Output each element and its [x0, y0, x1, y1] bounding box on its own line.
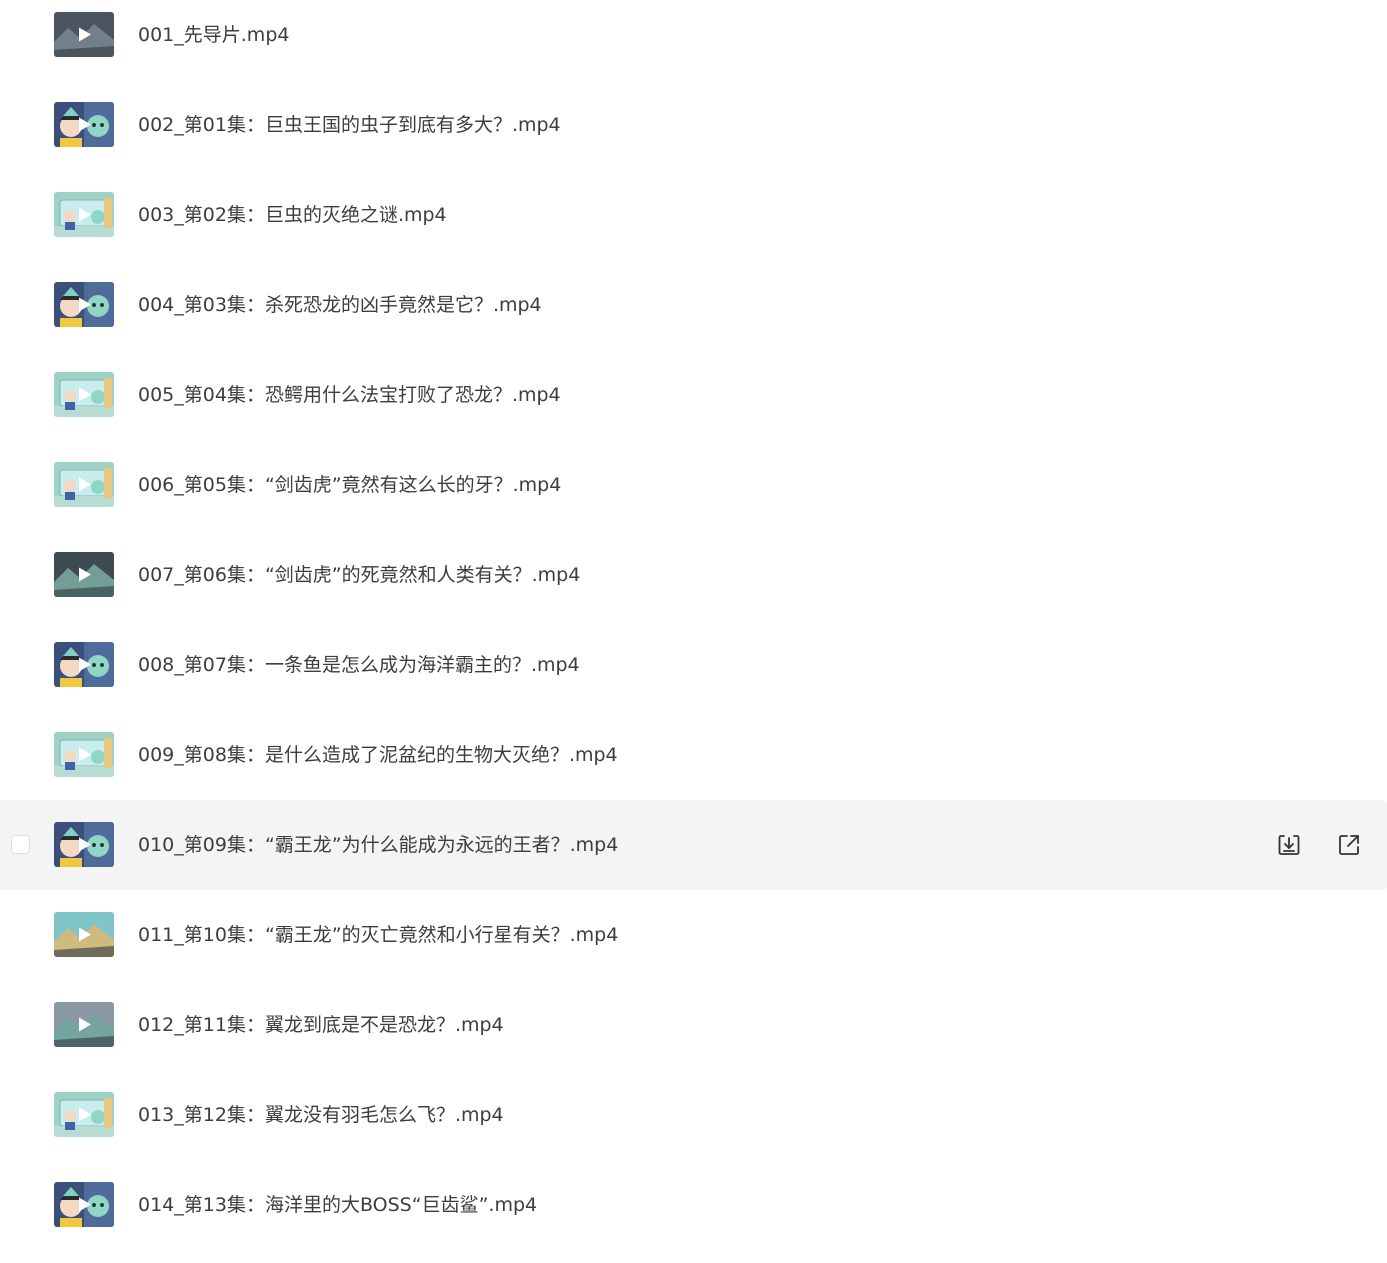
- file-name[interactable]: 005_第04集：恐鳄用什么法宝打败了恐龙？.mp4: [138, 350, 561, 440]
- video-thumbnail[interactable]: [54, 912, 114, 957]
- file-list: 001_先导片.mp4 002_第01集：巨虫王国的虫子到底有多大？.mp4 0…: [0, 0, 1387, 1250]
- video-thumbnail[interactable]: [54, 282, 114, 327]
- video-thumbnail[interactable]: [54, 1092, 114, 1137]
- row-checkbox[interactable]: [11, 835, 30, 854]
- file-row[interactable]: 013_第12集：翼龙没有羽毛怎么飞？.mp4: [0, 1070, 1387, 1160]
- file-row[interactable]: 008_第07集：一条鱼是怎么成为海洋霸主的？.mp4: [0, 620, 1387, 710]
- file-name[interactable]: 001_先导片.mp4: [138, 0, 289, 80]
- file-name[interactable]: 004_第03集：杀死恐龙的凶手竟然是它？.mp4: [138, 260, 542, 350]
- video-thumbnail[interactable]: [54, 192, 114, 237]
- file-row[interactable]: 011_第10集：“霸王龙”的灭亡竟然和小行星有关？.mp4: [0, 890, 1387, 980]
- video-thumbnail[interactable]: [54, 462, 114, 507]
- video-thumbnail[interactable]: [54, 102, 114, 147]
- file-row[interactable]: 009_第08集：是什么造成了泥盆纪的生物大灭绝？.mp4: [0, 710, 1387, 800]
- file-name[interactable]: 009_第08集：是什么造成了泥盆纪的生物大灭绝？.mp4: [138, 710, 618, 800]
- video-thumbnail[interactable]: [54, 822, 114, 867]
- video-thumbnail[interactable]: [54, 372, 114, 417]
- video-thumbnail[interactable]: [54, 552, 114, 597]
- file-name[interactable]: 010_第09集：“霸王龙”为什么能成为永远的王者？.mp4: [138, 800, 618, 890]
- file-name[interactable]: 007_第06集：“剑齿虎”的死竟然和人类有关？.mp4: [138, 530, 580, 620]
- video-thumbnail[interactable]: [54, 1002, 114, 1047]
- file-name[interactable]: 008_第07集：一条鱼是怎么成为海洋霸主的？.mp4: [138, 620, 580, 710]
- file-row[interactable]: 003_第02集：巨虫的灭绝之谜.mp4: [0, 170, 1387, 260]
- file-row[interactable]: 014_第13集：海洋里的大BOSS“巨齿鲨”.mp4: [0, 1160, 1387, 1250]
- row-actions: [1267, 800, 1387, 890]
- file-name[interactable]: 003_第02集：巨虫的灭绝之谜.mp4: [138, 170, 447, 260]
- file-row[interactable]: 004_第03集：杀死恐龙的凶手竟然是它？.mp4: [0, 260, 1387, 350]
- file-row[interactable]: 010_第09集：“霸王龙”为什么能成为永远的王者？.mp4: [0, 800, 1387, 890]
- file-name[interactable]: 011_第10集：“霸王龙”的灭亡竟然和小行星有关？.mp4: [138, 890, 618, 980]
- video-thumbnail[interactable]: [54, 642, 114, 687]
- file-row[interactable]: 007_第06集：“剑齿虎”的死竟然和人类有关？.mp4: [0, 530, 1387, 620]
- file-row[interactable]: 002_第01集：巨虫王国的虫子到底有多大？.mp4: [0, 80, 1387, 170]
- video-thumbnail[interactable]: [54, 1182, 114, 1227]
- file-row[interactable]: 005_第04集：恐鳄用什么法宝打败了恐龙？.mp4: [0, 350, 1387, 440]
- file-name[interactable]: 013_第12集：翼龙没有羽毛怎么飞？.mp4: [138, 1070, 504, 1160]
- file-row[interactable]: 001_先导片.mp4: [0, 0, 1387, 80]
- download-icon[interactable]: [1276, 832, 1302, 858]
- file-name[interactable]: 014_第13集：海洋里的大BOSS“巨齿鲨”.mp4: [138, 1160, 537, 1250]
- file-name[interactable]: 002_第01集：巨虫王国的虫子到底有多大？.mp4: [138, 80, 561, 170]
- video-thumbnail[interactable]: [54, 12, 114, 57]
- video-thumbnail[interactable]: [54, 732, 114, 777]
- file-row[interactable]: 006_第05集：“剑齿虎”竟然有这么长的牙？.mp4: [0, 440, 1387, 530]
- file-row[interactable]: 012_第11集：翼龙到底是不是恐龙？.mp4: [0, 980, 1387, 1070]
- file-name[interactable]: 012_第11集：翼龙到底是不是恐龙？.mp4: [138, 980, 504, 1070]
- open-external-icon[interactable]: [1336, 832, 1362, 858]
- file-name[interactable]: 006_第05集：“剑齿虎”竟然有这么长的牙？.mp4: [138, 440, 561, 530]
